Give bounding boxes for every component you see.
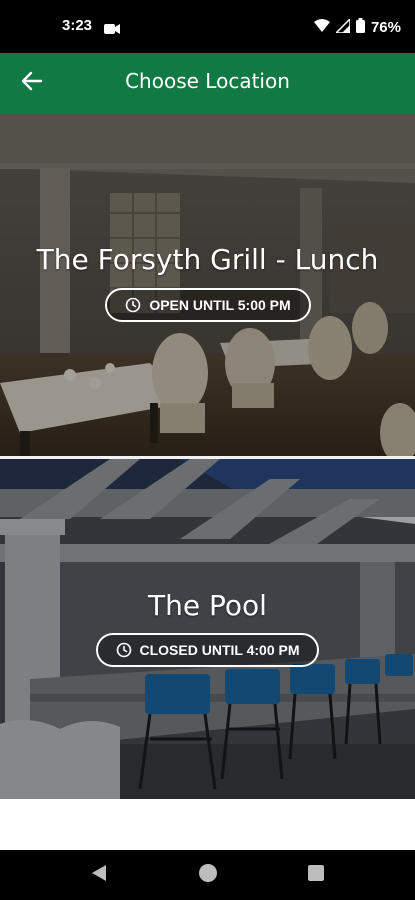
location-card-forsyth-grill[interactable]: The Forsyth Grill - Lunch OPEN UNTIL 5:0… (0, 113, 415, 456)
recents-square-icon (308, 865, 324, 885)
back-triangle-icon (91, 864, 107, 886)
location-card-pool[interactable]: The Pool CLOSED UNTIL 4:00 PM (0, 459, 415, 799)
clock-icon (116, 642, 132, 658)
nav-recents-button[interactable] (305, 864, 327, 886)
location-name: The Forsyth Grill - Lunch (36, 243, 379, 276)
battery-icon (355, 17, 365, 37)
signal-icon (334, 16, 351, 37)
card-shade (0, 459, 415, 799)
nav-home-button[interactable] (197, 864, 219, 886)
battery-percent: 76% (370, 18, 401, 36)
page-title: Choose Location (125, 69, 290, 93)
status-bar: 3:23 76% (0, 0, 415, 53)
nav-back-button[interactable] (88, 864, 110, 886)
status-time: 3:23 (62, 17, 93, 34)
status-text: OPEN UNTIL 5:00 PM (149, 297, 291, 313)
status-text: CLOSED UNTIL 4:00 PM (139, 642, 300, 658)
status-badge-closed: CLOSED UNTIL 4:00 PM (96, 633, 319, 667)
status-right-group: 76% (313, 16, 401, 37)
home-circle-icon (198, 863, 218, 887)
card-shade (0, 113, 415, 456)
wifi-icon (313, 18, 330, 37)
app-bar: Choose Location (0, 53, 415, 113)
clock-icon (125, 297, 141, 313)
video-camera-icon (104, 20, 120, 34)
status-badge-open: OPEN UNTIL 5:00 PM (105, 288, 311, 322)
system-nav-bar (0, 850, 415, 900)
location-name: The Pool (148, 589, 267, 622)
